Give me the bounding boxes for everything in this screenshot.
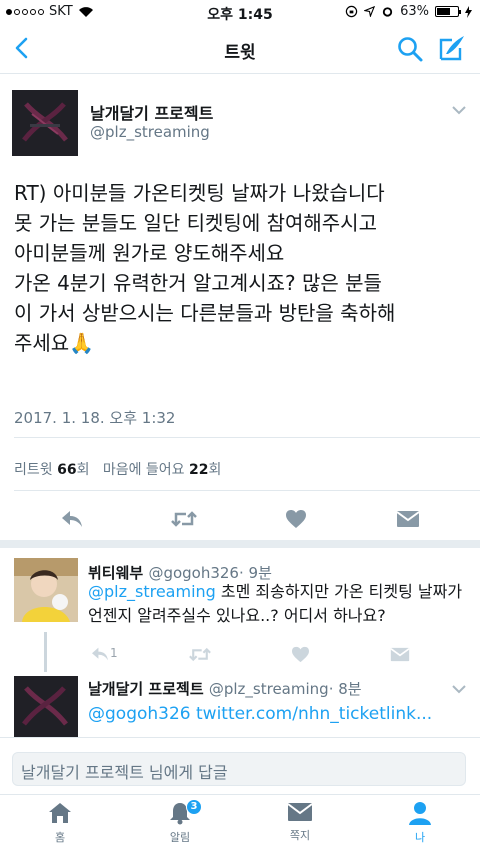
tab-messages[interactable]: 쪽지 bbox=[260, 801, 340, 851]
like-button[interactable] bbox=[282, 505, 310, 533]
tab-label: 홈 bbox=[54, 831, 66, 844]
reply-author[interactable]: 날개달기 프로젝트 @plz_streaming· 8분 bbox=[88, 678, 362, 699]
reply-composer: 날개달기 프로젝트 님에게 답글 bbox=[0, 737, 480, 794]
home-icon bbox=[49, 803, 71, 823]
like-unit: 회 bbox=[208, 462, 222, 478]
status-bar: SKT 오후 1:45 63% bbox=[0, 0, 480, 24]
reply-icon bbox=[62, 511, 82, 527]
thread-line bbox=[44, 632, 47, 672]
tab-label: 나 bbox=[414, 831, 426, 844]
notification-badge: 3 bbox=[186, 799, 202, 815]
reply-text: @plz_streaming 초멘 죄송하지만 가온 티켓팅 날짜가 언젠지 알… bbox=[88, 580, 473, 628]
retweet-count[interactable]: 66 bbox=[57, 462, 76, 478]
profile-icon bbox=[409, 802, 431, 825]
envelope-icon bbox=[390, 647, 410, 661]
like-label: 마음에 들어요 bbox=[102, 462, 185, 478]
avatar[interactable] bbox=[12, 90, 78, 156]
chevron-down-icon[interactable] bbox=[452, 105, 466, 115]
tab-bar: 홈 3 알림 쪽지 나 bbox=[0, 794, 480, 853]
chevron-down-icon[interactable] bbox=[452, 684, 466, 694]
retweet-button[interactable] bbox=[170, 505, 198, 533]
reply-separator bbox=[0, 540, 480, 548]
location-icon bbox=[364, 6, 376, 17]
mention-link[interactable]: @plz_streaming bbox=[88, 582, 216, 601]
charging-icon bbox=[465, 5, 472, 18]
divider bbox=[14, 437, 480, 438]
compose-icon[interactable] bbox=[438, 34, 466, 62]
envelope-icon bbox=[396, 511, 420, 527]
dm-button[interactable] bbox=[394, 505, 422, 533]
heart-icon bbox=[286, 510, 306, 528]
tab-me[interactable]: 나 bbox=[380, 801, 460, 851]
tab-label: 쪽지 bbox=[289, 829, 311, 842]
retweet-label: 리트윗 bbox=[14, 462, 53, 478]
reply-author-handle: @plz_streaming bbox=[208, 680, 329, 698]
rotation-lock-icon bbox=[345, 5, 358, 18]
reply-text[interactable]: @gogoh326 twitter.com/nhn_ticketlink... bbox=[88, 702, 473, 726]
battery-icon bbox=[435, 6, 461, 17]
tab-home[interactable]: 홈 bbox=[20, 801, 100, 851]
tweet-timestamp: 2017. 1. 18. 오후 1:32 bbox=[14, 409, 176, 427]
reply-button[interactable] bbox=[58, 505, 86, 533]
retweet-unit: 회 bbox=[76, 462, 90, 478]
retweet-button[interactable] bbox=[186, 640, 214, 668]
avatar[interactable] bbox=[14, 676, 78, 740]
tweet-text: RT) 아미분들 가온티켓팅 날짜가 나왔습니다 못 가는 분들도 일단 티켓팅… bbox=[14, 181, 396, 355]
author-name[interactable]: 날개달기 프로젝트 bbox=[90, 100, 213, 124]
envelope-icon bbox=[287, 803, 313, 821]
chevron-left-icon[interactable] bbox=[8, 34, 36, 62]
nav-bar: 트윗 bbox=[0, 24, 480, 74]
tab-notifications[interactable]: 3 알림 bbox=[140, 799, 220, 851]
like-count[interactable]: 22 bbox=[189, 462, 208, 478]
retweet-icon bbox=[171, 511, 197, 527]
battery-percent: 63% bbox=[400, 4, 429, 19]
heart-icon bbox=[291, 646, 309, 662]
retweet-icon bbox=[189, 647, 211, 661]
reply-count: 1 bbox=[110, 646, 118, 660]
tweet-stats: 리트윗 66회 마음에 들어요 22회 bbox=[14, 459, 221, 479]
like-button[interactable] bbox=[286, 640, 314, 668]
tab-label: 알림 bbox=[169, 831, 191, 844]
reply-author-name: 날개달기 프로젝트 bbox=[88, 680, 204, 698]
tweet-actions bbox=[0, 505, 480, 535]
avatar[interactable] bbox=[14, 558, 78, 622]
reply-actions: 1 bbox=[0, 640, 480, 670]
reply-time: · 8분 bbox=[328, 680, 362, 698]
author-handle[interactable]: @plz_streaming bbox=[90, 123, 210, 141]
reply-icon bbox=[92, 647, 108, 661]
status-right: 63% bbox=[345, 4, 472, 19]
dm-button[interactable] bbox=[386, 640, 414, 668]
divider bbox=[14, 490, 480, 491]
reply-button[interactable]: 1 bbox=[86, 640, 118, 668]
search-icon[interactable] bbox=[396, 35, 424, 63]
alarm-icon bbox=[382, 7, 393, 17]
reply-input[interactable]: 날개달기 프로젝트 님에게 답글 bbox=[12, 752, 466, 786]
